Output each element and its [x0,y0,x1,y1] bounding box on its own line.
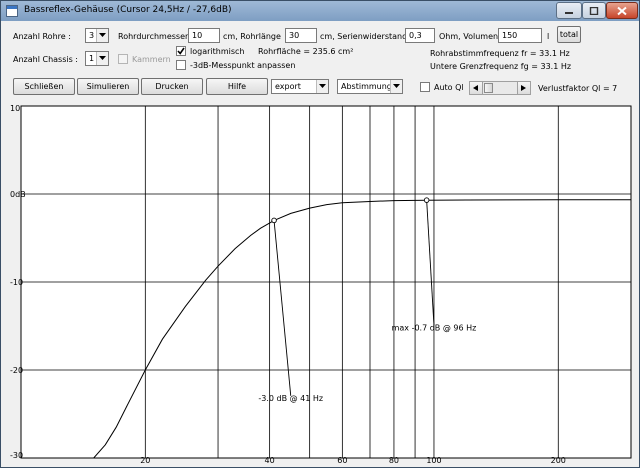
scroll-left-button[interactable] [470,82,483,94]
rohrdurchmesser-label: Rohrdurchmesser [118,32,189,41]
minimize-button[interactable] [556,2,582,19]
auto-ql-label: Auto Ql [434,83,464,92]
chevron-down-icon[interactable] [96,52,108,65]
x-tick-label: 200 [551,456,566,465]
checkmark-icon [177,47,185,55]
anzahl-rohre-value: 3 [89,31,95,40]
logarithmisch-checkbox[interactable] [176,46,186,56]
serienwiderstand-input[interactable]: 0,3 [405,28,435,43]
anzahl-chassis-select[interactable]: 1 [85,51,109,66]
export-value: export [275,82,301,91]
close-button[interactable] [606,2,638,19]
frequency-response-chart: 10 0dB -10 -20 -30 20 40 60 80 100 200 -3.0 dB @ 4… [10,104,632,465]
serienwiderstand-label: cm, Serienwiderstand [320,32,408,41]
anzahl-chassis-value: 1 [89,54,95,63]
rohrabstimmfrequenz-text: Rohrabstimmfrequenz fr = 33.1 Hz [430,49,570,58]
drucken-button[interactable]: Drucken [141,78,203,95]
volumen-unit: l [547,32,550,41]
chevron-down-icon[interactable] [390,80,402,93]
annotation-label: max -0.7 dB @ 96 Hz [392,323,477,332]
scroll-right-button[interactable] [517,82,530,94]
volumen-input[interactable]: 150 [498,28,542,43]
y-tick-label: 0dB [10,190,26,199]
anzahl-rohre-select[interactable]: 3 [85,28,109,43]
verlustfaktor-text: Verlustfaktor Ql = 7 [538,84,618,93]
simulieren-button[interactable]: Simulieren [77,78,139,95]
annotation-marker [423,197,430,203]
messpunkt-label: -3dB-Messpunkt anpassen [190,61,296,70]
arrow-left-icon [473,85,478,91]
abstimmung-select[interactable]: Abstimmung [337,79,403,94]
y-tick-label: -10 [10,278,23,287]
chevron-down-icon[interactable] [96,29,108,42]
maximize-icon [589,6,599,15]
auto-ql-checkbox[interactable] [420,82,430,92]
rohrlaenge-label: cm, Rohrlänge [223,32,281,41]
y-tick-label: 10 [10,104,20,113]
y-tick-label: -20 [10,366,23,375]
hilfe-button[interactable]: Hilfe [206,78,268,95]
x-tick-label: 80 [389,456,399,465]
volumen-label: Ohm, Volumen [439,32,499,41]
maximize-button[interactable] [582,2,606,19]
anzahl-rohre-label: Anzahl Rohre : [13,32,71,41]
x-tick-label: 60 [337,456,347,465]
main-window: Bassreflex-Gehäuse (Cursor 24,5Hz / -27,… [0,0,640,468]
arrow-right-icon [521,85,526,91]
y-tick-label: -30 [10,451,23,460]
rohrflaeche-text: Rohrfläche = 235.6 cm² [258,47,354,56]
untere-grenzfrequenz-text: Untere Grenzfrequenz fg = 33.1 Hz [430,62,572,71]
x-tick-label: 100 [426,456,441,465]
anzahl-chassis-label: Anzahl Chassis : [13,55,79,64]
close-icon [617,6,627,15]
scroll-thumb[interactable] [484,83,493,93]
messpunkt-checkbox[interactable] [176,60,186,70]
schliessen-button[interactable]: Schließen [13,78,75,95]
x-tick-label: 20 [140,456,150,465]
kammern-checkbox[interactable] [118,54,128,64]
total-button[interactable]: total [557,26,581,43]
annotation-marker [271,217,277,224]
export-select[interactable]: export [271,79,329,94]
app-window-icon [6,5,18,17]
x-tick-label: 40 [265,456,275,465]
chevron-down-icon[interactable] [316,80,328,93]
annotation-label: -3.0 dB @ 41 Hz [258,394,323,403]
rohrdurchmesser-input[interactable]: 10 [188,28,220,43]
rohrlaenge-input[interactable]: 30 [285,28,317,43]
title-bar[interactable]: Bassreflex-Gehäuse (Cursor 24,5Hz / -27,… [1,1,639,21]
ql-scrollbar[interactable] [469,81,531,95]
abstimmung-value: Abstimmung [341,82,392,91]
minimize-icon [565,11,573,14]
window-title: Bassreflex-Gehäuse (Cursor 24,5Hz / -27,… [24,5,232,15]
logarithmisch-label: logarithmisch [190,47,245,56]
kammern-label: Kammern [132,55,171,64]
